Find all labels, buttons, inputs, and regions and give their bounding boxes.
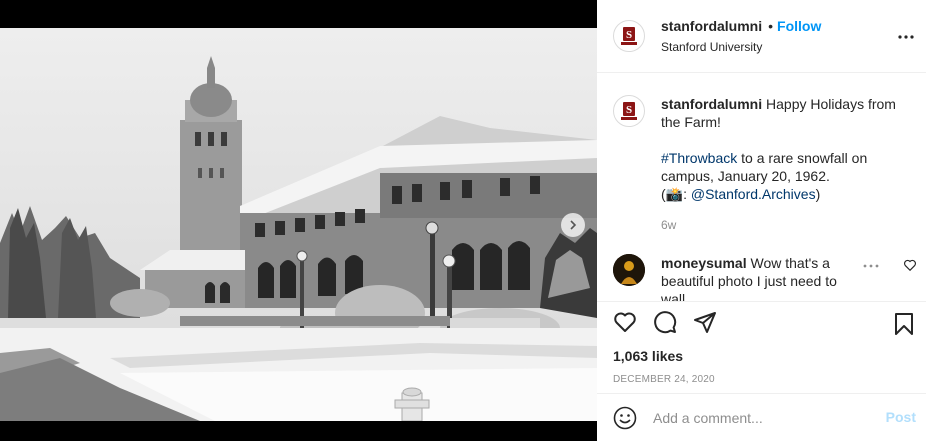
credit-prefix: (📸: bbox=[661, 186, 691, 202]
post-header: S stanfordalumni • Follow Stanford Unive… bbox=[597, 0, 926, 73]
post-actions-bar bbox=[597, 302, 926, 342]
share-button[interactable] bbox=[693, 310, 717, 334]
header-username[interactable]: stanfordalumni bbox=[661, 18, 762, 34]
profile-avatar[interactable]: S bbox=[613, 20, 645, 52]
add-comment-bar: Post bbox=[597, 393, 926, 441]
caption-username[interactable]: stanfordalumni bbox=[661, 96, 762, 112]
comment-options-icon[interactable] bbox=[863, 260, 879, 272]
svg-text:S: S bbox=[626, 29, 632, 41]
emoji-icon[interactable] bbox=[613, 406, 637, 430]
credit-suffix: ) bbox=[815, 186, 821, 202]
comment-heart-icon[interactable] bbox=[903, 258, 917, 272]
comments-section[interactable]: S stanfordalumni Happy Holidays from the… bbox=[597, 73, 926, 302]
commenter-username[interactable]: moneysumal bbox=[661, 255, 747, 271]
post-comment-button[interactable]: Post bbox=[886, 409, 916, 425]
post-date[interactable]: DECEMBER 24, 2020 bbox=[597, 374, 926, 385]
follow-button[interactable]: Follow bbox=[777, 18, 821, 34]
like-button[interactable] bbox=[613, 310, 637, 334]
header-separator: • bbox=[768, 18, 774, 34]
commenter-avatar[interactable] bbox=[613, 254, 645, 286]
stanford-logo-icon: S bbox=[621, 102, 637, 120]
next-photo-button[interactable] bbox=[561, 213, 585, 237]
post-media bbox=[0, 0, 597, 441]
comment-input[interactable] bbox=[653, 409, 873, 426]
post-side-panel: S stanfordalumni • Follow Stanford Unive… bbox=[597, 0, 926, 441]
more-options-button[interactable] bbox=[896, 27, 916, 47]
svg-text:S: S bbox=[626, 104, 632, 116]
post-location[interactable]: Stanford University bbox=[661, 40, 821, 54]
more-horizontal-icon bbox=[898, 35, 914, 39]
stanford-logo-icon: S bbox=[621, 27, 637, 45]
chevron-right-icon bbox=[570, 220, 577, 230]
comment-item: moneysumal Wow that's a beautiful photo … bbox=[613, 254, 916, 301]
post-caption: S stanfordalumni Happy Holidays from the… bbox=[613, 95, 910, 234]
caption-age[interactable]: 6w bbox=[661, 216, 910, 234]
bookmark-icon[interactable] bbox=[892, 312, 916, 336]
heart-icon bbox=[614, 312, 636, 332]
caption-avatar[interactable]: S bbox=[613, 95, 645, 127]
comment-button[interactable] bbox=[653, 310, 677, 334]
avatar-image bbox=[613, 254, 645, 286]
post-photo[interactable] bbox=[0, 28, 597, 421]
comment-bubble-icon bbox=[654, 311, 677, 334]
paper-plane-icon bbox=[694, 312, 716, 333]
likes-count[interactable]: 1,063 likes bbox=[597, 348, 926, 364]
caption-hashtag[interactable]: #Throwback bbox=[661, 150, 737, 166]
caption-mention[interactable]: @Stanford.Archives bbox=[691, 186, 816, 202]
